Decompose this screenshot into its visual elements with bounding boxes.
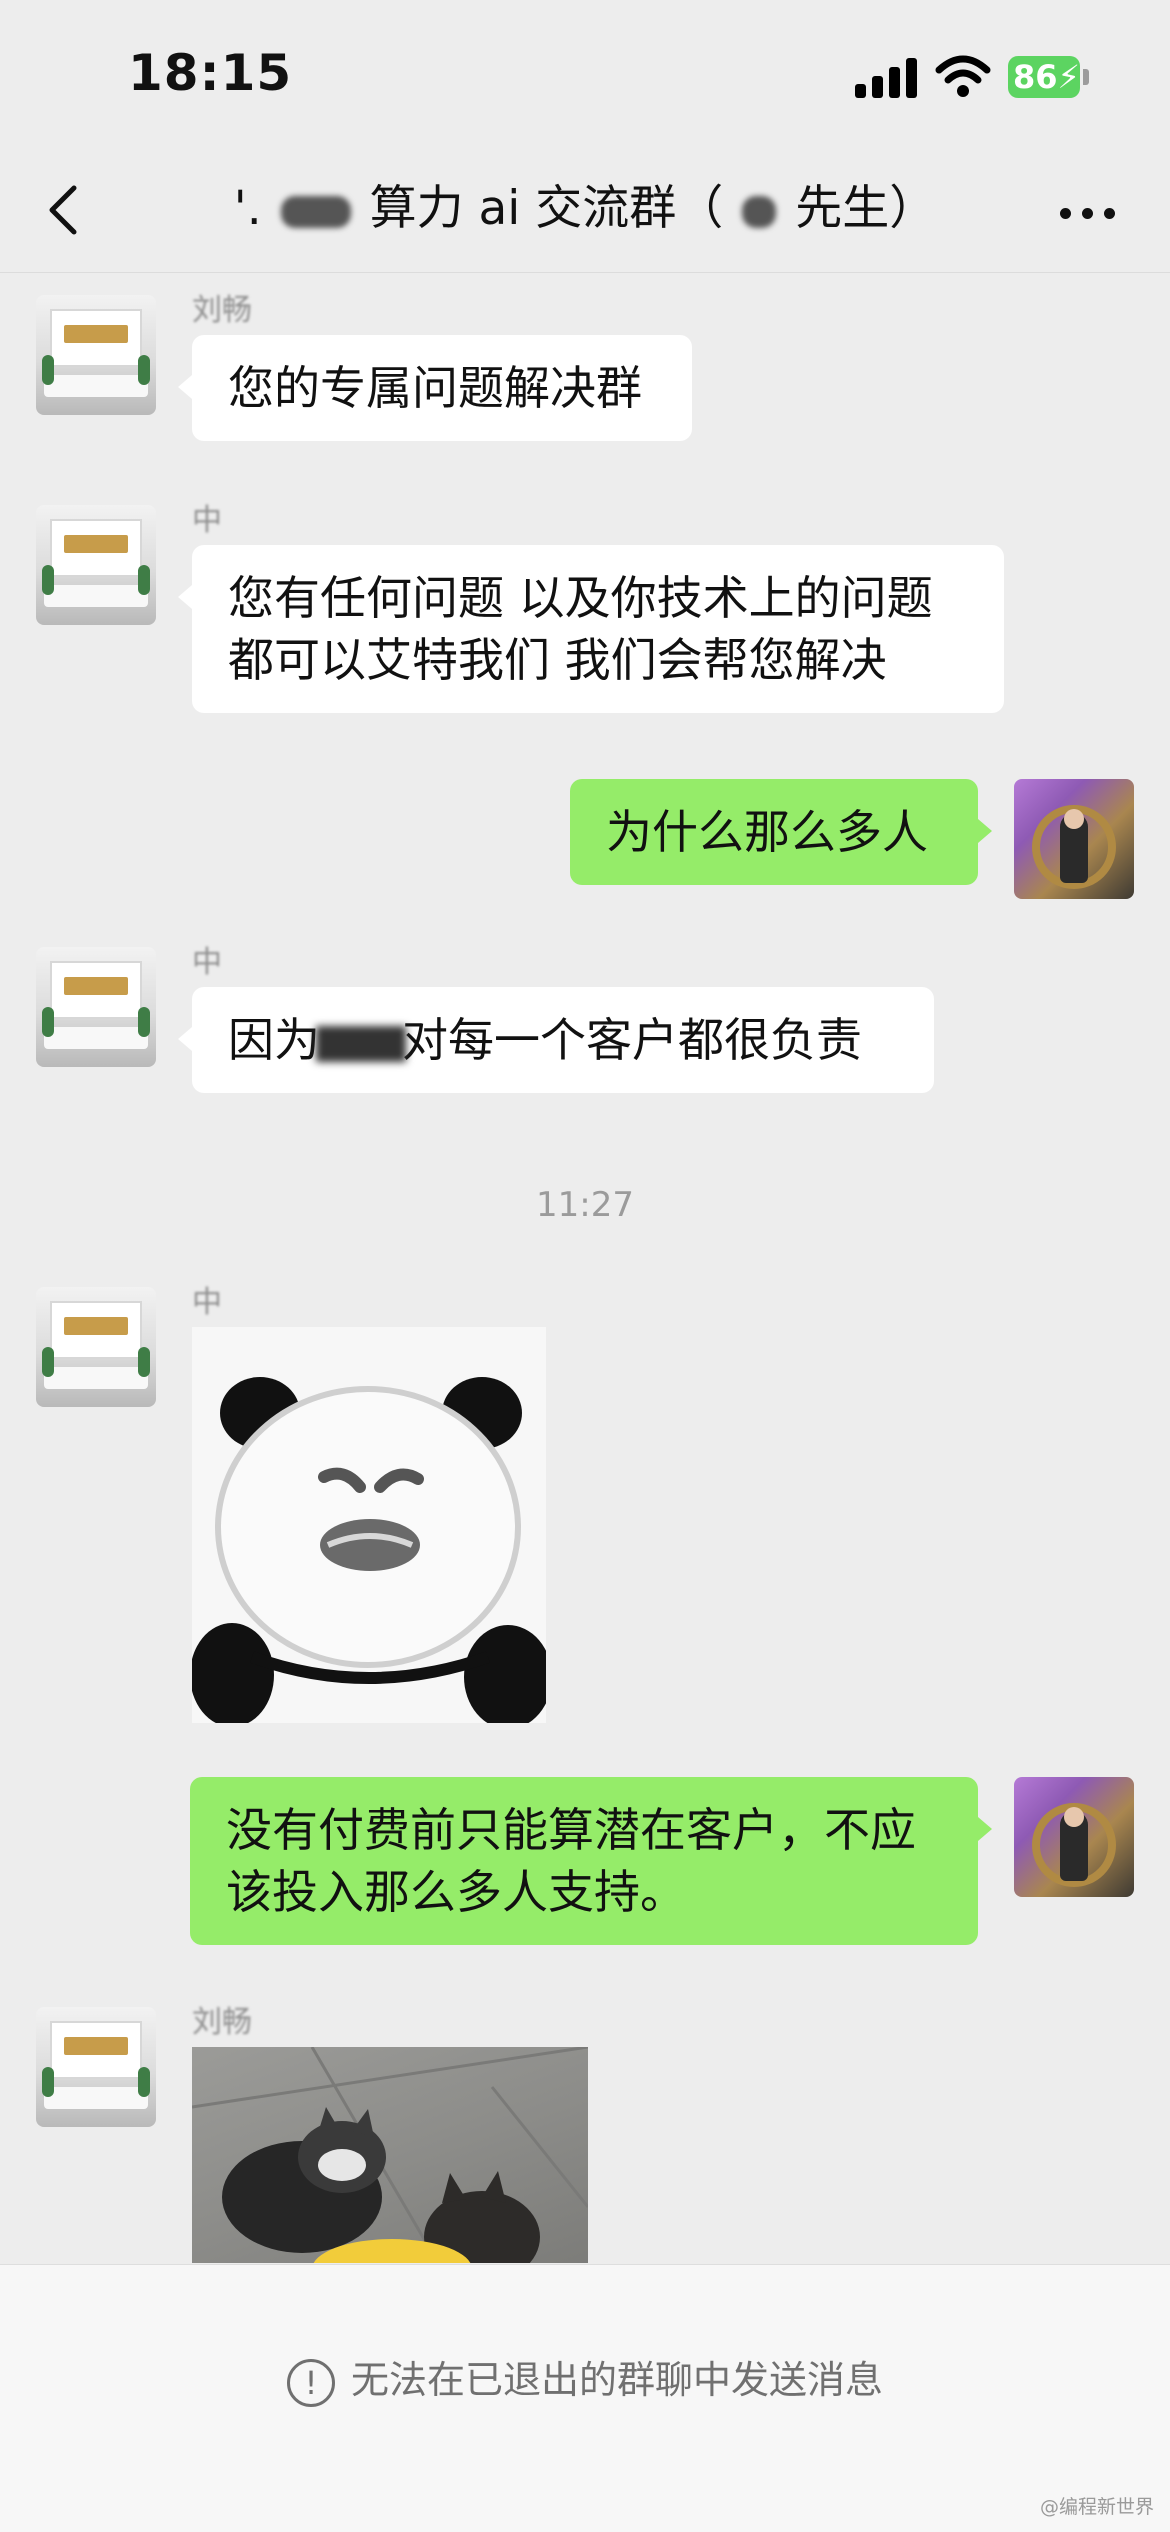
redacted-name: [742, 195, 777, 228]
avatar[interactable]: [36, 295, 156, 415]
message-text: 都可以艾特我们 我们会帮您解决: [228, 633, 887, 687]
my-avatar[interactable]: [1014, 779, 1134, 899]
notice-text: 无法在已退出的群聊中发送消息: [350, 2358, 883, 2402]
redacted-text: [316, 1025, 406, 1062]
chat-title: '. 算力 ai 交流群（ 先生）: [150, 178, 1020, 240]
sender-name: 中: [192, 503, 222, 538]
sender-name: 刘畅: [192, 2005, 252, 2040]
avatar[interactable]: [36, 505, 156, 625]
kittens-photo[interactable]: [192, 2047, 588, 2263]
panda-meme-sticker[interactable]: [192, 1327, 546, 1723]
status-bar: 18:15 86⚡: [0, 0, 1170, 150]
message-bubble[interactable]: 您的专属问题解决群: [178, 335, 692, 441]
exclamation-circle-icon: [286, 2358, 335, 2407]
chat-title-main: 算力 ai 交流群（: [369, 181, 724, 236]
cellular-signal-icon: [855, 58, 917, 98]
avatar[interactable]: [36, 1287, 156, 1407]
chat-title-prefix: '.: [233, 181, 262, 236]
avatar[interactable]: [36, 2007, 156, 2127]
message-text: 没有付费前只能算潜在客户，不应: [226, 1803, 916, 1857]
chat-header: '. 算力 ai 交流群（ 先生）: [0, 150, 1170, 273]
wifi-icon: [935, 55, 991, 97]
status-time: 18:15: [128, 44, 293, 102]
sender-name: 中: [192, 1285, 222, 1320]
sender-name: 刘畅: [192, 293, 252, 328]
message-text: 该投入那么多人支持。: [226, 1865, 686, 1919]
battery-icon: 86⚡: [1008, 56, 1090, 98]
battery-level: 86: [1013, 58, 1058, 96]
panda-face-icon: [192, 1327, 546, 1723]
message-list[interactable]: 刘畅 您的专属问题解决群 中 您有任何问题 以及你技术上的问题 都可以艾特我们 …: [0, 273, 1170, 2263]
message-text: 因为: [228, 1013, 320, 1067]
chevron-left-icon[interactable]: [44, 180, 84, 240]
left-group-notice: 无法在已退出的群聊中发送消息: [0, 2349, 1170, 2407]
message-text: 您有任何问题 以及你技术上的问题: [228, 571, 933, 625]
message-text: 对每一个客户都很负责: [402, 1013, 862, 1067]
wechat-group-chat-screen: 18:15 86⚡ '. 算力 ai 交流群（ 先生） 刘畅 您的专属问题解决群…: [0, 0, 1170, 2532]
kittens-image: [192, 2047, 588, 2263]
avatar[interactable]: [36, 947, 156, 1067]
message-bubble[interactable]: 您有任何问题 以及你技术上的问题 都可以艾特我们 我们会帮您解决: [178, 545, 1004, 713]
watermark: @编程新世界: [1039, 2496, 1154, 2518]
input-disabled-bar: 无法在已退出的群聊中发送消息 @编程新世界: [0, 2264, 1170, 2532]
chat-title-end: 先生）: [795, 181, 937, 236]
sender-name: 中: [192, 945, 222, 980]
time-divider: 11:27: [536, 1185, 634, 1225]
message-text: 您的专属问题解决群: [228, 361, 642, 415]
message-bubble[interactable]: 因为 对每一个客户都很负责: [178, 987, 934, 1093]
message-text: 为什么那么多人: [606, 805, 928, 859]
redacted-name: [280, 195, 351, 228]
my-message-bubble[interactable]: 为什么那么多人: [570, 779, 992, 885]
my-avatar[interactable]: [1014, 1777, 1134, 1897]
my-message-bubble[interactable]: 没有付费前只能算潜在客户，不应 该投入那么多人支持。: [190, 1777, 992, 1945]
more-dots-icon[interactable]: [1060, 208, 1120, 222]
